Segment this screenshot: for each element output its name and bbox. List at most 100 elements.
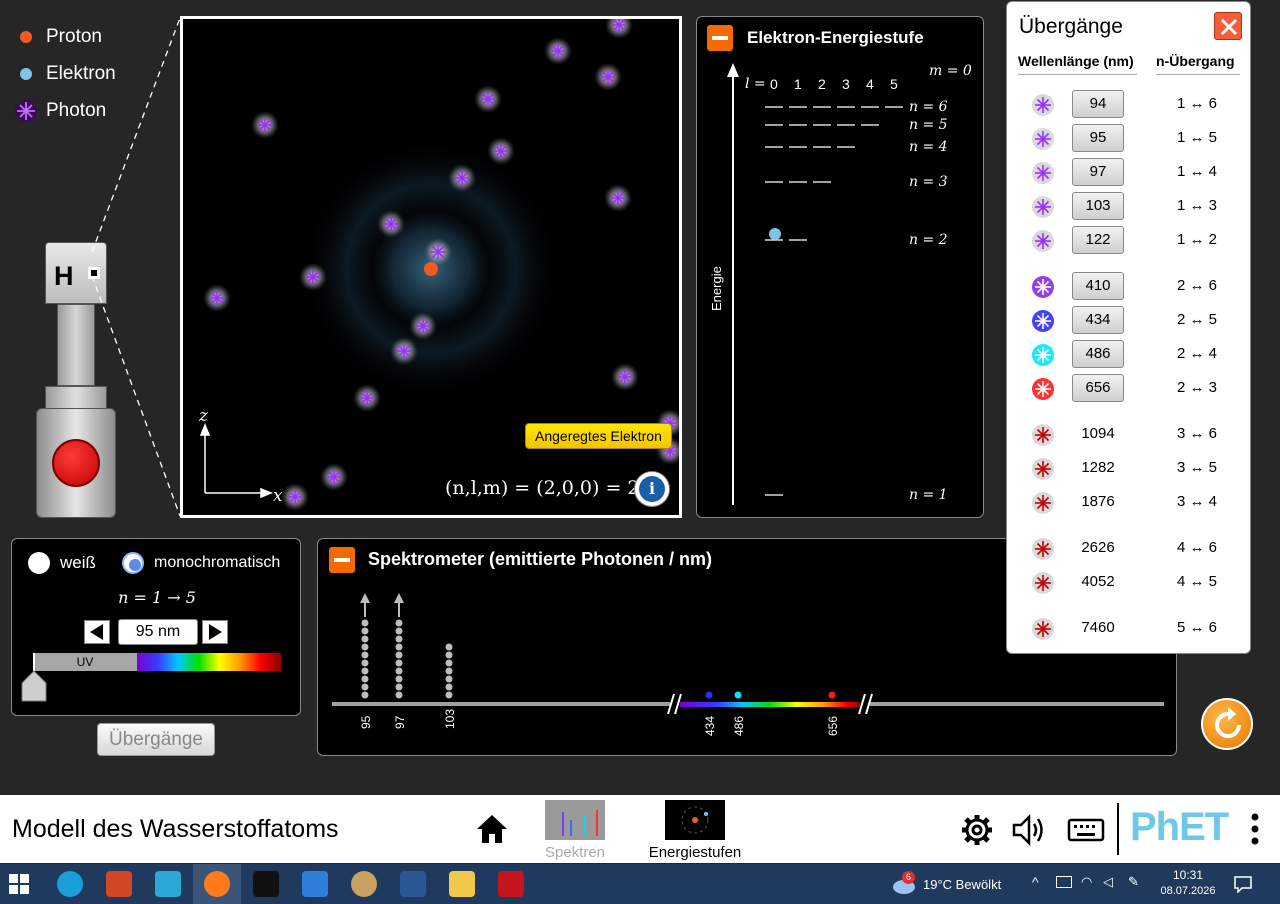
photon [605,19,633,39]
wavelength-button[interactable]: 434 [1072,306,1124,334]
reset-all-button[interactable] [1201,698,1253,750]
transition-row: 95 1 ↔ 5 [1007,124,1252,154]
photon [448,164,476,192]
wavelength-button[interactable]: 97 [1072,158,1124,186]
energy-level-label: n = 4 [909,139,948,155]
transition-label: 3 ↔ 5 [1176,459,1218,476]
notifications-icon[interactable] [1233,875,1253,893]
speaker-icon[interactable] [1011,813,1049,847]
photon [424,238,452,266]
transition-label: 3 ↔ 4 [1176,493,1218,510]
keyboard-icon[interactable] [1067,816,1105,844]
tab-label: Spektren [544,844,606,861]
photon-icon [1032,572,1054,594]
photon-icon [1032,378,1054,400]
wavelength-button[interactable]: 94 [1072,90,1124,118]
wavelength-button[interactable]: 410 [1072,272,1124,300]
dialog-title: Übergänge [1019,15,1123,38]
network-app-icon[interactable] [155,871,181,897]
file-explorer-icon[interactable] [449,871,475,897]
acrobat-icon[interactable] [498,871,524,897]
paint-icon[interactable] [351,871,377,897]
chevron-up-icon[interactable]: ^ [1032,874,1039,890]
phet-navbar: Modell des Wasserstoffatoms Spektren Ene… [0,795,1280,863]
wifi-icon[interactable]: ◠ [1081,874,1092,890]
windows-start-icon[interactable] [9,874,29,894]
radio-white[interactable] [28,552,50,574]
transition-label: 1 ↔ 6 [1176,95,1218,112]
transition-row: 410 2 ↔ 6 [1007,272,1252,302]
transition-row: 122 1 ↔ 2 [1007,226,1252,256]
radio-monochromatic[interactable] [122,552,144,574]
transition-label: 2 ↔ 5 [1176,311,1218,328]
transition-label: 4 ↔ 6 [1176,539,1218,556]
photos-icon[interactable] [302,871,328,897]
transition-label: 1 ↔ 4 [1176,163,1218,180]
photon [281,483,309,511]
radio-white-label: weiß [60,553,96,572]
tab-spektren[interactable]: Spektren [541,800,609,861]
spectrometer-mark [734,691,742,699]
wavelength-decrease-button[interactable] [84,620,110,644]
photon [594,63,622,91]
transition-row: 1094 3 ↔ 6 [1007,420,1252,450]
transitions-button[interactable]: Übergänge [97,723,215,756]
close-icon [1220,18,1238,36]
webex-icon[interactable] [253,871,279,897]
wavelength-text: 1094 [1081,425,1115,442]
photon-icon [1032,618,1054,640]
info-button[interactable]: i [634,471,670,507]
home-icon[interactable] [475,813,509,845]
radio-mono-label: monochromatisch [154,554,281,571]
transition-label: 2 ↔ 3 [1176,379,1218,396]
spectrometer-tick-label: 656 [826,716,840,736]
transition-label: 1 ↔ 3 [1176,197,1218,214]
powerpoint-icon[interactable] [106,871,132,897]
excited-electron-button[interactable]: Angeregtes Elektron [525,423,672,449]
dialog-close-button[interactable] [1214,12,1242,40]
wavelength-button[interactable]: 95 [1072,124,1124,152]
transition-row: 4052 4 ↔ 5 [1007,568,1252,598]
wavelength-slider-thumb[interactable] [19,651,49,703]
clock-time[interactable]: 10:31 [1158,868,1218,882]
wavelength-increase-button[interactable] [202,620,228,644]
wavelength-slider-track[interactable]: UV [33,653,281,671]
wavelength-button[interactable]: 103 [1072,192,1124,220]
menu-dots-icon[interactable] [1250,812,1260,848]
state-label: (n,l,m) = (2,0,0) = 2s [445,477,650,499]
info-icon: i [639,476,665,502]
transition-label: 5 ↔ 6 [1176,619,1218,636]
pen-icon[interactable]: ✎ [1128,874,1139,890]
tab-energiestufen[interactable]: Energiestufen [643,800,747,861]
wavelength-button[interactable]: 656 [1072,374,1124,402]
l-value: 3 [842,76,850,92]
phet-logo: PhET [1130,805,1229,849]
column-header-wavelength: Wellenlänge (nm) [1018,53,1137,75]
weather-text[interactable]: 19°C Bewölkt [923,877,1001,892]
transition-label: 1 ↔ 5 [1176,129,1218,146]
visible-spectrum [137,653,281,671]
photon-icon [1032,538,1054,560]
edge-icon[interactable] [57,871,83,897]
transition-row: 2626 4 ↔ 6 [1007,534,1252,564]
spectrometer-tick-label: 97 [393,715,407,729]
energy-level-label: n = 2 [909,232,948,248]
energy-level-label: n = 3 [909,174,948,190]
wavelength-button[interactable]: 122 [1072,226,1124,254]
firefox-icon[interactable] [204,871,230,897]
photon [203,284,231,312]
spectra-screen-icon [545,800,605,840]
word-icon[interactable] [400,871,426,897]
electron-marker [769,228,781,240]
l-value: 1 [794,76,802,92]
transition-label: 1 ↔ 2 [1176,231,1218,248]
gear-icon[interactable] [960,813,994,847]
transitions-dialog: Übergänge Wellenlänge (nm) n-Übergang 94… [1006,1,1251,654]
clock-date[interactable]: 08.07.2026 [1158,885,1218,897]
wavelength-button[interactable]: 486 [1072,340,1124,368]
weather-badge: 6 [902,871,915,884]
transition-row: 656 2 ↔ 3 [1007,374,1252,404]
battery-icon[interactable] [1056,876,1072,888]
volume-icon[interactable]: ◁ [1103,874,1113,890]
spectrometer-tick-label: 434 [703,716,717,736]
